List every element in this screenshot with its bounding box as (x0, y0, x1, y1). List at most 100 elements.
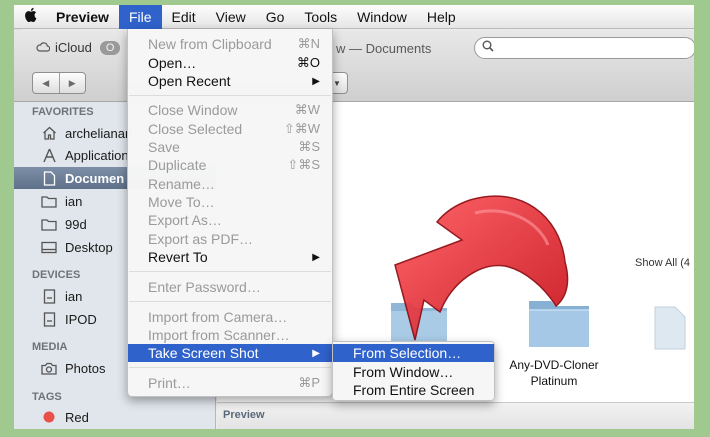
file-menu-dropdown: New from Clipboard ⌘N Open… ⌘O Open Rece… (127, 29, 333, 397)
submenu-arrow-icon: ▶ (312, 75, 320, 87)
menu-view[interactable]: View (206, 5, 256, 29)
menu-item-import-camera[interactable]: Import from Camera… (128, 308, 332, 326)
folder-icon (41, 216, 57, 232)
menu-item-export-as[interactable]: Export As… (128, 211, 332, 229)
menu-item-revert-to[interactable]: Revert To ▶ (128, 248, 332, 266)
menu-item-label: Open… (148, 55, 197, 71)
submenu-arrow-icon: ▶ (312, 347, 320, 359)
disk-icon (41, 311, 57, 327)
menu-item-label: New from Clipboard (148, 36, 272, 52)
menu-window[interactable]: Window (347, 5, 417, 29)
shortcut-label: ⌘N (297, 36, 320, 51)
menu-item-take-screen-shot[interactable]: Take Screen Shot ▶ (128, 344, 332, 362)
sidebar-item-label: Photos (65, 360, 106, 376)
menu-item-label: Enter Password… (148, 279, 261, 295)
camera-icon (41, 360, 57, 376)
back-button[interactable]: ◀ (33, 73, 59, 93)
menu-item-label: Print… (148, 375, 191, 391)
apple-logo-icon[interactable] (14, 7, 48, 26)
favorites-heading: FAVORITES (32, 106, 94, 118)
disk-icon (41, 288, 57, 304)
sidebar-item-label: IPOD (65, 311, 97, 327)
menu-item-save[interactable]: Save ⌘S (128, 138, 332, 156)
menu-item-label: Move To… (148, 194, 215, 210)
menu-separator (129, 301, 331, 302)
window-toolbar: iCloud O w — Documents ◀ ▶ ▼ (14, 30, 694, 102)
sidebar-item-label: archelianan (65, 125, 133, 141)
sidebar-item-tag-red[interactable]: Red (14, 406, 216, 428)
folder-item-partial-right[interactable] (653, 305, 687, 356)
menu-item-open-recent[interactable]: Open Recent ▶ (128, 72, 332, 90)
menu-edit[interactable]: Edit (162, 5, 206, 29)
menu-item-label: Import from Scanner… (148, 327, 290, 343)
chevron-down-icon: ▼ (333, 78, 341, 88)
menu-bar: Preview File Edit View Go Tools Window H… (14, 5, 694, 29)
screen-shot-submenu: From Selection… From Window… From Entire… (332, 341, 495, 401)
sidebar-item-label: ian (65, 288, 83, 304)
menu-item-label: Duplicate (148, 157, 207, 173)
submenu-item-from-window[interactable]: From Window… (333, 363, 494, 381)
shortcut-label: ⌘O (296, 55, 320, 70)
window-title: w — Documents (336, 41, 432, 56)
media-heading: MEDIA (32, 341, 68, 353)
menu-item-label: Export As… (148, 212, 222, 228)
icloud-label: iCloud (55, 40, 92, 55)
menu-separator (129, 367, 331, 368)
menu-item-new-from-clipboard[interactable]: New from Clipboard ⌘N (128, 35, 332, 53)
folder-icon (41, 193, 57, 209)
screen: Preview File Edit View Go Tools Window H… (14, 5, 694, 429)
show-all-link[interactable]: Show All (4 (635, 257, 690, 269)
search-input[interactable] (474, 37, 694, 59)
back-arrow-icon: ◀ (42, 77, 50, 88)
menu-tools[interactable]: Tools (294, 5, 347, 29)
folder-item-any-dvd-cloner[interactable] (527, 295, 591, 354)
cloud-icon (36, 40, 51, 55)
menu-help[interactable]: Help (417, 5, 466, 29)
menu-separator (129, 271, 331, 272)
document-icon (653, 306, 687, 355)
menu-item-export-pdf[interactable]: Export as PDF… (128, 230, 332, 248)
tags-heading: TAGS (32, 391, 62, 403)
documents-icon (41, 170, 57, 186)
folder-icon (527, 301, 591, 353)
menu-item-move-to[interactable]: Move To… (128, 193, 332, 211)
back-forward-buttons: ◀ ▶ (32, 72, 86, 94)
icloud-tab[interactable]: iCloud O (36, 40, 121, 55)
sidebar-item-label: Application (65, 147, 129, 163)
menu-item-label: Close Selected (148, 121, 243, 137)
menu-item-label: Open Recent (148, 73, 231, 89)
menu-go[interactable]: Go (256, 5, 295, 29)
menu-item-enter-password[interactable]: Enter Password… (128, 278, 332, 296)
menu-item-open[interactable]: Open… ⌘O (128, 54, 332, 72)
menu-item-label: Take Screen Shot (148, 345, 259, 361)
shortcut-label: ⌘S (298, 139, 320, 154)
applications-icon (41, 147, 57, 163)
menu-item-label: Revert To (148, 249, 208, 265)
forward-arrow-icon: ▶ (68, 77, 76, 88)
sidebar-item-label: 99d (65, 216, 87, 232)
menu-item-label: Save (148, 139, 180, 155)
submenu-item-from-entire-screen[interactable]: From Entire Screen (333, 381, 494, 399)
menu-item-rename[interactable]: Rename… (128, 175, 332, 193)
devices-heading: DEVICES (32, 269, 81, 281)
menu-item-import-scanner[interactable]: Import from Scanner… (128, 326, 332, 344)
menu-app-name[interactable]: Preview (48, 5, 119, 29)
forward-button[interactable]: ▶ (58, 73, 86, 93)
home-icon (41, 125, 57, 141)
menu-file[interactable]: File (118, 5, 162, 29)
search-icon (482, 39, 494, 57)
submenu-item-from-selection[interactable]: From Selection… (333, 344, 494, 362)
shortcut-label: ⌘P (298, 375, 320, 390)
menu-item-close-selected[interactable]: Close Selected ⇧⌘W (128, 120, 332, 138)
menu-separator (129, 95, 331, 96)
menu-item-close-window[interactable]: Close Window ⌘W (128, 101, 332, 119)
folder-label: Any-DVD-Cloner Platinum (509, 358, 599, 388)
toggle-pill[interactable]: O (99, 40, 121, 55)
menu-item-label: Rename… (148, 176, 215, 192)
menu-item-print[interactable]: Print… ⌘P (128, 374, 332, 392)
sidebar-item-label: Red (65, 409, 89, 425)
menu-item-label: Close Window (148, 102, 238, 118)
menu-item-label: Export as PDF… (148, 231, 254, 247)
sidebar-item-label: ian (65, 193, 83, 209)
menu-item-duplicate[interactable]: Duplicate ⇧⌘S (128, 156, 332, 174)
